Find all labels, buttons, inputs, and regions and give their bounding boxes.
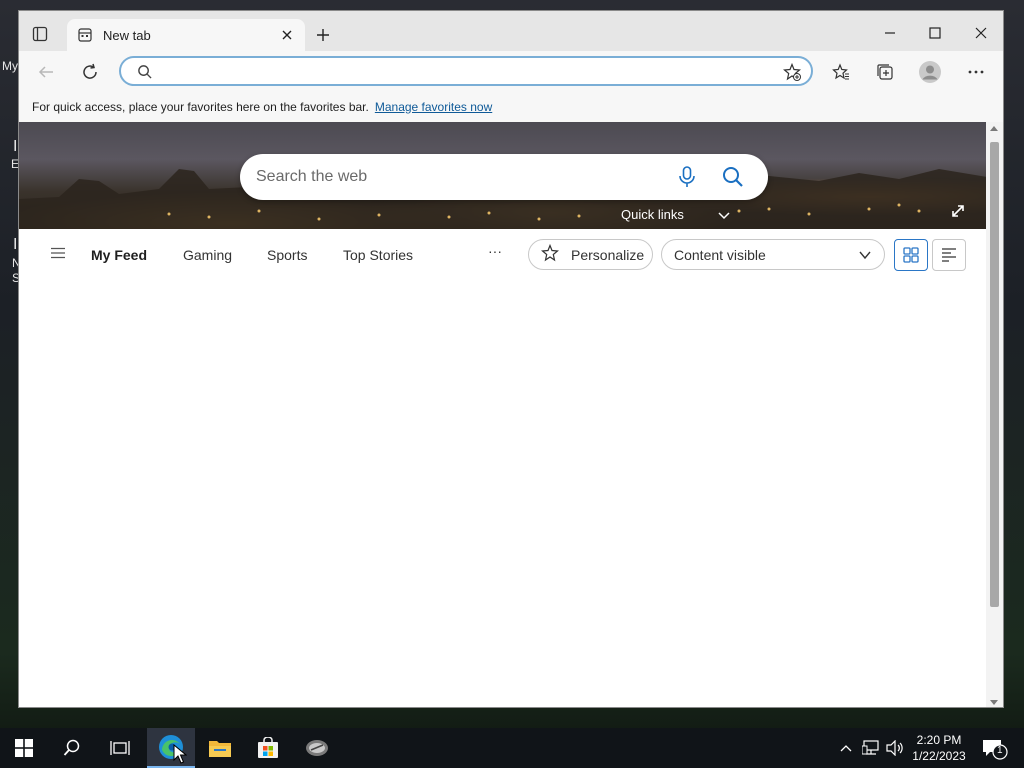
taskbar-store-button[interactable] (244, 728, 292, 768)
back-button[interactable] (33, 59, 59, 85)
desktop-icon-label-my[interactable]: My (2, 59, 18, 73)
settings-more-button[interactable] (963, 59, 989, 85)
task-view-icon (110, 741, 130, 755)
favorites-button[interactable] (828, 59, 854, 85)
feed-tab-sports[interactable]: Sports (267, 247, 307, 263)
scroll-up-arrow-icon[interactable] (990, 126, 998, 131)
task-view-button[interactable] (96, 728, 144, 768)
personalize-button[interactable]: Personalize (528, 239, 653, 270)
search-icon (137, 64, 152, 84)
favorites-bar: For quick access, place your favorites h… (19, 91, 1003, 122)
scrollbar-thumb[interactable] (990, 142, 999, 607)
search-icon (63, 739, 80, 756)
background-image: Quick links (19, 122, 987, 229)
store-icon (258, 737, 278, 758)
scroll-down-arrow-icon[interactable] (990, 700, 998, 705)
tab-new-tab[interactable]: New tab (67, 19, 305, 51)
feed-tab-my-feed[interactable]: My Feed (91, 247, 147, 263)
taskbar-file-explorer-button[interactable] (196, 728, 244, 768)
mouse-cursor-icon (173, 744, 187, 764)
content-visibility-dropdown[interactable]: Content visible (661, 239, 885, 270)
desktop-icon-label-1[interactable]: I (13, 138, 17, 156)
close-window-button[interactable] (958, 19, 1003, 47)
feed-tab-top-stories[interactable]: Top Stories (343, 247, 413, 263)
tab-actions-icon[interactable] (31, 25, 49, 43)
network-icon[interactable] (861, 740, 880, 761)
favorites-bar-message: For quick access, place your favorites h… (32, 99, 369, 114)
navigation-toolbar (19, 51, 1003, 91)
desktop-icon-label-3[interactable]: I (13, 236, 17, 254)
volume-icon[interactable] (886, 739, 904, 761)
list-view-button[interactable] (932, 239, 966, 271)
vertical-scrollbar[interactable] (986, 122, 1003, 707)
hamburger-menu-icon[interactable] (51, 246, 65, 264)
action-center-button[interactable]: 1 (982, 738, 1008, 765)
content-visibility-value: Content visible (674, 246, 766, 263)
notification-count-badge: 1 (997, 745, 1003, 756)
web-search-box[interactable] (240, 154, 768, 200)
show-hidden-icons-chevron-icon[interactable] (840, 740, 852, 758)
notification-icon (983, 740, 1008, 760)
new-tab-button[interactable] (313, 25, 333, 45)
expand-background-icon[interactable] (951, 204, 965, 223)
start-button[interactable] (0, 728, 48, 768)
tab-title: New tab (103, 27, 151, 43)
new-tab-page-icon (77, 27, 93, 43)
quick-links-toggle[interactable]: Quick links (621, 207, 684, 222)
clock-time: 2:20 PM (916, 733, 962, 747)
refresh-button[interactable] (77, 59, 103, 85)
add-favorite-icon[interactable] (783, 62, 801, 86)
address-bar[interactable] (119, 56, 813, 86)
minimize-button[interactable] (867, 19, 913, 47)
microphone-icon[interactable] (678, 166, 696, 193)
file-explorer-icon (209, 741, 231, 757)
maximize-button[interactable] (912, 19, 958, 47)
search-submit-icon[interactable] (722, 166, 744, 193)
more-topics-button[interactable]: ··· (488, 243, 502, 259)
chevron-down-icon (858, 248, 872, 265)
grid-icon (903, 247, 919, 263)
taskbar-edge-button[interactable] (147, 728, 195, 768)
app-icon (306, 740, 328, 756)
taskbar: 2:20 PM 1/22/2023 1 (0, 728, 1024, 768)
personalize-star-icon (541, 243, 559, 265)
clock-date: 1/22/2023 (912, 749, 966, 763)
profile-avatar[interactable] (917, 59, 943, 85)
web-search-input[interactable] (256, 166, 656, 188)
start-icon (15, 739, 33, 757)
taskbar-search-button[interactable] (48, 728, 96, 768)
grid-view-button[interactable] (894, 239, 928, 271)
collections-button[interactable] (872, 59, 898, 85)
browser-window: New tab For quick access, place your fav… (18, 10, 1004, 708)
close-tab-icon[interactable] (279, 27, 295, 43)
feed-tab-gaming[interactable]: Gaming (183, 247, 232, 263)
personalize-label: Personalize (571, 246, 645, 263)
feed-navigation: My Feed Gaming Sports Top Stories ··· Pe… (19, 229, 987, 279)
system-clock[interactable]: 2:20 PM 1/22/2023 (904, 732, 974, 764)
list-icon (942, 248, 956, 262)
new-tab-page: Quick links My Feed Gaming Sports Top St… (19, 122, 987, 707)
address-input[interactable] (165, 62, 765, 82)
manage-favorites-link[interactable]: Manage favorites now (375, 100, 492, 114)
chevron-down-icon[interactable] (718, 208, 730, 226)
taskbar-app-button[interactable] (293, 728, 341, 768)
title-bar: New tab (19, 11, 1003, 51)
